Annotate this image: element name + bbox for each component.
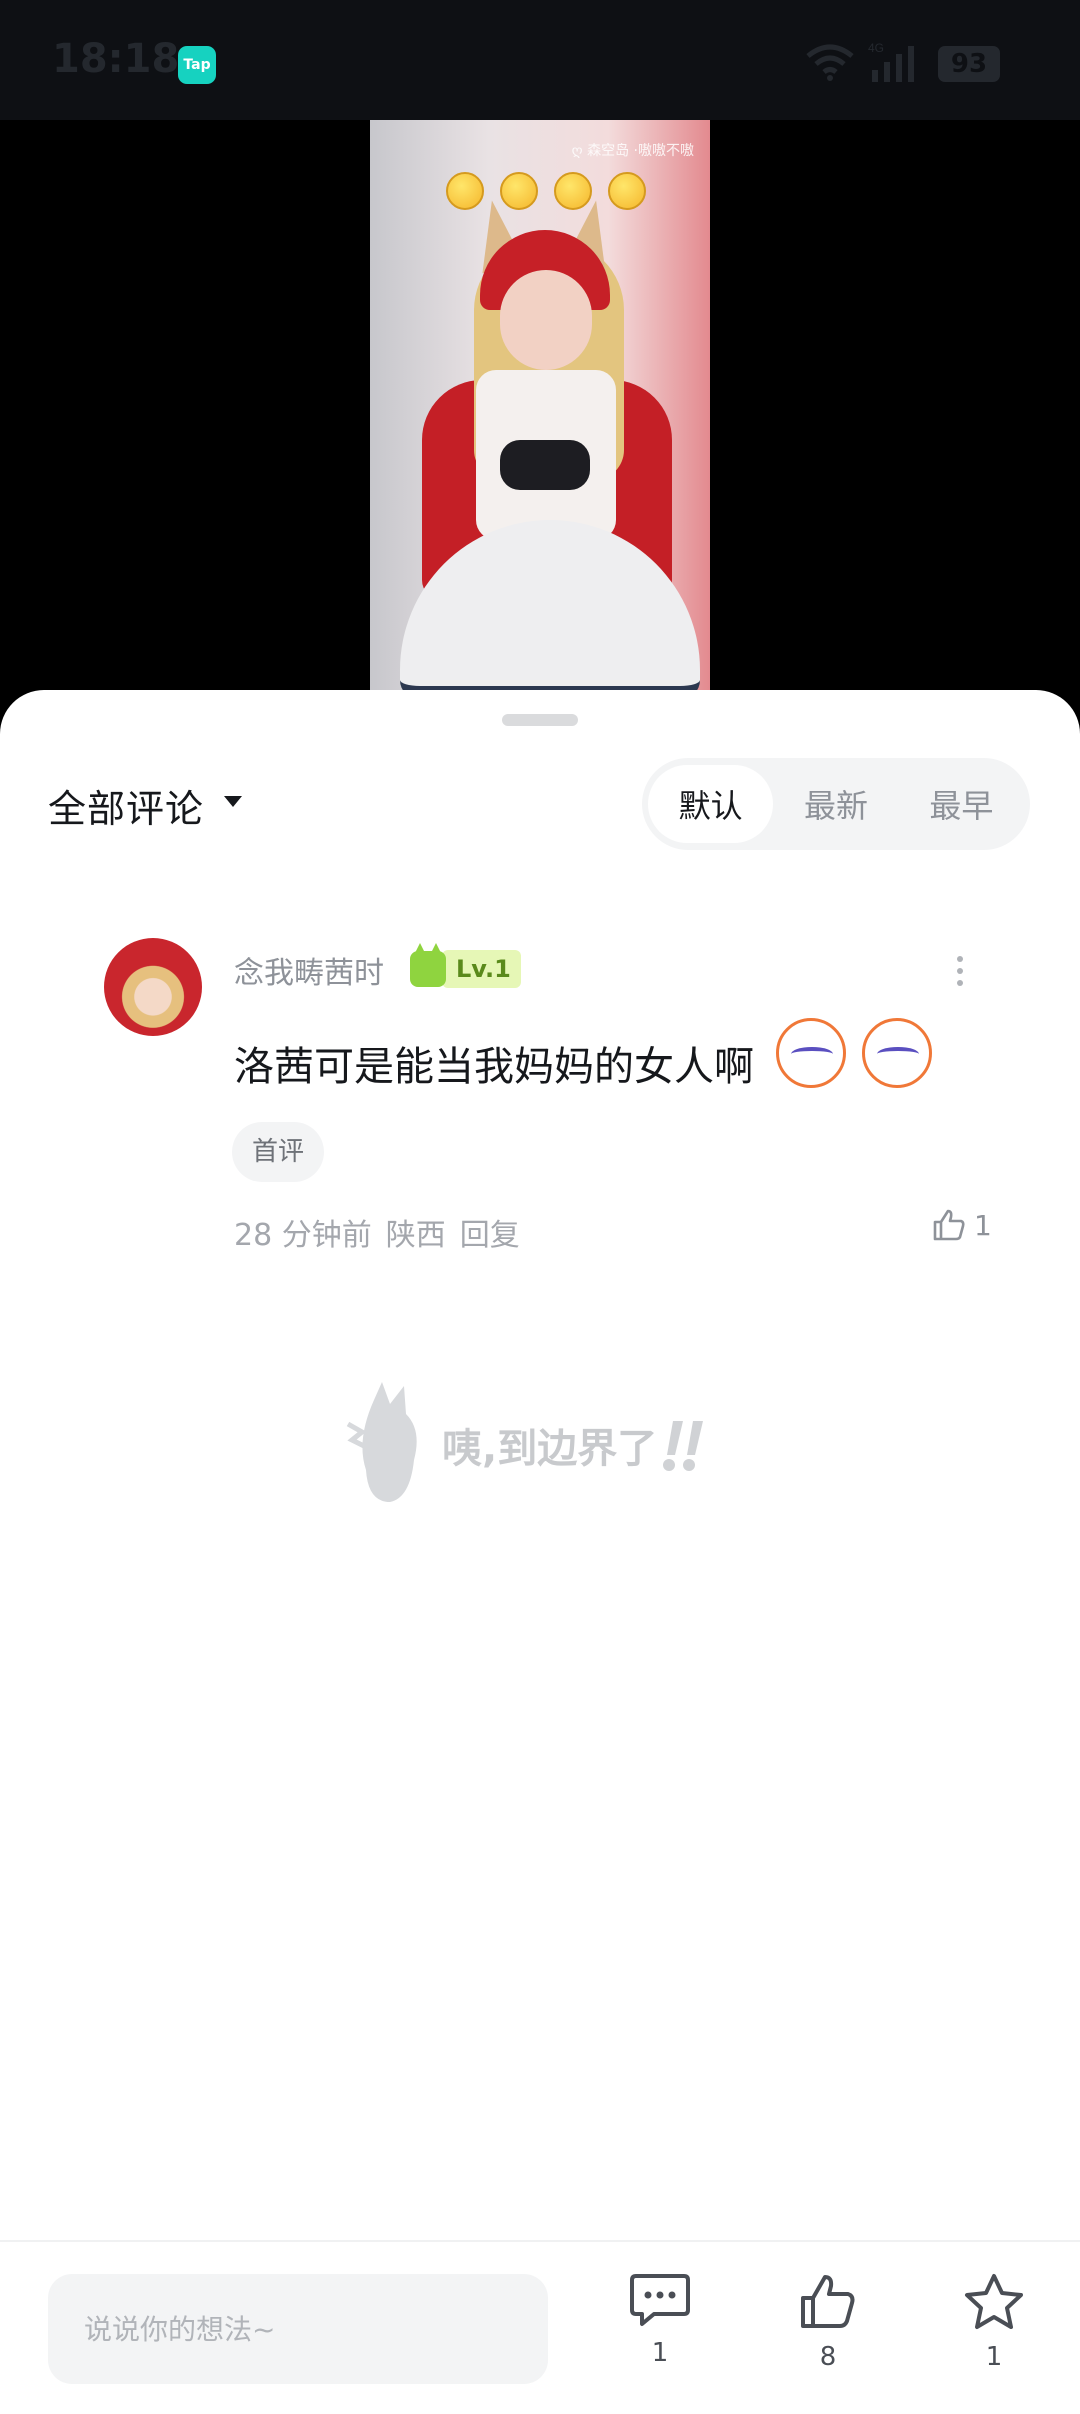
reply-button[interactable]: 回复 xyxy=(460,1210,520,1254)
comments-button[interactable]: 1 xyxy=(620,2272,700,2368)
level-badge: Lv.1 xyxy=(410,943,521,990)
double-exclamation-icon xyxy=(663,1421,704,1471)
cat-sticker-icon xyxy=(776,1018,846,1088)
sheet-drag-handle[interactable] xyxy=(502,714,578,726)
comment-meta: 28 分钟前 陕西 回复 xyxy=(234,1210,520,1254)
thumbs-up-icon xyxy=(801,2275,855,2328)
end-of-list-marker: 咦,到边界了 xyxy=(344,1380,744,1510)
cosplay-figure-face xyxy=(500,270,592,370)
comment-time: 28 分钟前 xyxy=(234,1218,372,1253)
level-mascot-icon xyxy=(410,943,446,987)
favorite-button[interactable]: 1 xyxy=(954,2272,1034,2372)
level-label: Lv.1 xyxy=(442,950,521,988)
avatar[interactable] xyxy=(104,938,202,1036)
taptap-app-icon: Tap xyxy=(178,46,216,84)
status-time: 18:18 xyxy=(52,36,180,82)
tab-sort-oldest[interactable]: 最早 xyxy=(899,765,1024,843)
favorites-count: 1 xyxy=(985,2342,1003,2372)
network-type-label: 4G xyxy=(868,41,884,55)
video-frame[interactable]: ღ 森空岛 ·嗷嗷不嗷 xyxy=(370,120,710,700)
end-of-list-text: 咦,到边界了 xyxy=(442,1426,658,1472)
wifi-icon xyxy=(806,44,854,81)
cosplay-figure-hands xyxy=(500,440,590,490)
battery-indicator: 93 xyxy=(938,46,1000,82)
comment-like-button[interactable]: 1 xyxy=(932,1208,992,1242)
cat-sticker-icon xyxy=(862,1018,932,1088)
comment-location: 陕西 xyxy=(385,1218,446,1253)
caret-down-icon[interactable] xyxy=(224,796,242,807)
mascot-icon xyxy=(346,1382,417,1502)
sort-tabs: 默认 最新 最早 xyxy=(642,758,1030,850)
status-bar: 18:18 Tap 4G 93 xyxy=(0,0,1080,120)
cell-signal-icon: 4G xyxy=(868,41,914,82)
comment-text: 洛茜可是能当我妈妈的女人啊 xyxy=(234,1044,754,1090)
comments-filter-title[interactable]: 全部评论 xyxy=(48,778,204,833)
like-button[interactable]: 8 xyxy=(788,2272,868,2372)
comment-like-count: 1 xyxy=(974,1208,992,1242)
video-player[interactable]: ღ 森空岛 ·嗷嗷不嗷 xyxy=(0,120,1080,700)
comment-item: 念我畴茜时 Lv.1 洛茜可是能当我妈妈的女人啊 首评 28 分钟前 陕西 回复… xyxy=(0,938,1080,1253)
comment-input[interactable] xyxy=(48,2274,548,2384)
more-options-icon[interactable] xyxy=(956,956,964,986)
thumbs-up-icon xyxy=(933,1209,965,1241)
likes-count: 8 xyxy=(819,2342,837,2372)
bottom-action-bar: 1 8 1 xyxy=(0,2240,1080,2414)
comment-bubble-icon xyxy=(630,2274,690,2326)
comment-username[interactable]: 念我畴茜时 xyxy=(234,948,384,992)
tab-sort-newest[interactable]: 最新 xyxy=(773,765,898,843)
first-comment-tag: 首评 xyxy=(232,1122,325,1182)
video-watermark: ღ 森空岛 ·嗷嗷不嗷 xyxy=(571,143,694,159)
comments-sheet: 全部评论 默认 最新 最早 念我畴茜时 Lv.1 洛茜可是能当我妈妈的女人啊 首… xyxy=(0,690,1080,2414)
star-icon xyxy=(965,2274,1023,2329)
tab-sort-default[interactable]: 默认 xyxy=(648,765,774,843)
comments-count: 1 xyxy=(651,2338,669,2368)
